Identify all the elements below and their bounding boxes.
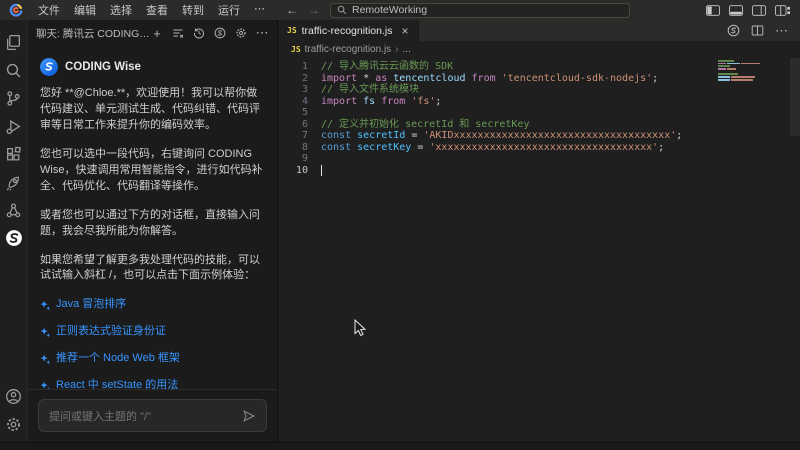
coding-wise-avatar bbox=[40, 58, 58, 76]
nav-back-icon[interactable]: ← bbox=[286, 3, 298, 17]
code-line: 8const secretKey = 'xxxxxxxxxxxxxxxxxxxx… bbox=[278, 142, 800, 154]
breadcrumb-symbol[interactable]: ... bbox=[403, 44, 411, 55]
split-editor-icon[interactable] bbox=[751, 24, 764, 37]
toggle-panel-icon[interactable] bbox=[729, 5, 743, 16]
menu-edit[interactable]: 编辑 bbox=[67, 2, 103, 18]
editor-scrollbar[interactable] bbox=[790, 58, 800, 136]
history-icon[interactable] bbox=[192, 26, 206, 40]
example-link-react-setstate[interactable]: React 中 setState 的用法 bbox=[40, 378, 265, 389]
toggle-secondary-sidebar-icon[interactable] bbox=[752, 5, 766, 16]
menu-selection[interactable]: 选择 bbox=[103, 2, 139, 18]
breadcrumb: JS traffic-recognition.js › ... bbox=[278, 41, 800, 58]
toggle-sidebar-icon[interactable] bbox=[706, 5, 720, 16]
rocket-icon[interactable] bbox=[0, 168, 28, 196]
minimap[interactable] bbox=[718, 60, 760, 82]
code-line: 9 bbox=[278, 153, 800, 165]
example-label: React 中 setState 的用法 bbox=[56, 378, 178, 389]
chat-settings-gear-icon[interactable] bbox=[234, 26, 248, 40]
menu-file[interactable]: 文件 bbox=[31, 2, 67, 18]
explorer-icon[interactable] bbox=[0, 28, 28, 56]
example-label: 推荐一个 Node Web 框架 bbox=[56, 351, 180, 367]
sparkle-icon bbox=[40, 300, 51, 311]
menu-go[interactable]: 转到 bbox=[175, 2, 211, 18]
clear-list-icon[interactable] bbox=[171, 26, 185, 40]
example-link-node-web-framework[interactable]: 推荐一个 Node Web 框架 bbox=[40, 351, 265, 367]
tab-bar: JS traffic-recognition.js × ⋯ bbox=[278, 20, 800, 41]
customize-layout-icon[interactable] bbox=[775, 5, 790, 16]
settings-gear-icon[interactable] bbox=[0, 410, 28, 438]
sparkle-icon bbox=[40, 327, 51, 338]
title-bar: 文件 编辑 选择 查看 转到 运行 ⋯ ← → RemoteWorking bbox=[0, 0, 800, 20]
code-editor[interactable]: 1// 导入腾讯云云函数的 SDK2import * as tencentclo… bbox=[278, 58, 800, 442]
chat-paragraph: 如果您希望了解更多我处理代码的技能，可以试试输入斜杠 /，也可以点击下面示例体验… bbox=[40, 253, 265, 285]
tab-traffic-recognition[interactable]: JS traffic-recognition.js × bbox=[278, 20, 419, 41]
chat-message-area: CODING Wise 您好 **@Chloe.**，欢迎使用！我可以帮你做代码… bbox=[28, 46, 277, 389]
menu-view[interactable]: 查看 bbox=[139, 2, 175, 18]
tab-label: traffic-recognition.js bbox=[302, 25, 393, 37]
chat-more-icon[interactable]: ⋯ bbox=[255, 26, 269, 40]
chat-paragraph: 您也可以选中一段代码，右键询问 CODING Wise，快速调用常用智能指令，进… bbox=[40, 147, 265, 195]
search-icon[interactable] bbox=[0, 56, 28, 84]
sparkle-icon bbox=[40, 381, 51, 389]
activity-bar bbox=[0, 20, 28, 442]
chat-input[interactable]: 提问或键入主题的 "/" bbox=[38, 399, 267, 432]
app-logo-icon bbox=[9, 3, 23, 17]
status-bar bbox=[0, 442, 800, 450]
source-control-icon[interactable] bbox=[0, 84, 28, 112]
breadcrumb-file[interactable]: traffic-recognition.js bbox=[305, 44, 392, 55]
sparkle-icon bbox=[40, 354, 51, 365]
example-link-regex-id-card[interactable]: 正则表达式验证身份证 bbox=[40, 324, 265, 340]
share-network-icon[interactable] bbox=[0, 196, 28, 224]
new-chat-icon[interactable]: + bbox=[150, 26, 164, 40]
chat-paragraph: 您好 **@Chloe.**，欢迎使用！我可以帮你做代码建议、单元测试生成、代码… bbox=[40, 86, 265, 134]
editor-coding-wise-icon[interactable] bbox=[727, 24, 740, 37]
editor-more-icon[interactable]: ⋯ bbox=[775, 23, 788, 39]
account-icon[interactable] bbox=[0, 382, 28, 410]
code-line: 10 bbox=[278, 165, 800, 177]
javascript-file-icon: JS bbox=[291, 45, 301, 54]
run-debug-icon[interactable] bbox=[0, 112, 28, 140]
chat-paragraph: 或者您也可以通过下方的对话框，直接输入问题，我会尽我所能为你解答。 bbox=[40, 208, 265, 240]
text-caret bbox=[321, 165, 322, 176]
send-icon[interactable] bbox=[242, 409, 256, 423]
chat-panel: 聊天: 腾讯云 CODING WISE + ⋯ bbox=[28, 20, 278, 442]
code-line: 4import fs from 'fs'; bbox=[278, 96, 800, 108]
example-link-java-bubble-sort[interactable]: Java 冒泡排序 bbox=[40, 297, 265, 313]
example-label: Java 冒泡排序 bbox=[56, 297, 126, 313]
example-label: 正则表达式验证身份证 bbox=[56, 324, 166, 340]
coding-wise-icon[interactable] bbox=[0, 224, 28, 252]
search-value: RemoteWorking bbox=[352, 4, 427, 16]
coding-wise-mini-icon[interactable] bbox=[213, 26, 227, 40]
menu-bar: 文件 编辑 选择 查看 转到 运行 ⋯ bbox=[31, 2, 272, 18]
code-line: 5 bbox=[278, 107, 800, 119]
chat-panel-header: 聊天: 腾讯云 CODING WISE + ⋯ bbox=[28, 20, 277, 46]
menu-more[interactable]: ⋯ bbox=[247, 2, 272, 18]
menu-run[interactable]: 运行 bbox=[211, 2, 247, 18]
breadcrumb-separator: › bbox=[395, 44, 398, 55]
chat-input-area: 提问或键入主题的 "/" bbox=[28, 389, 277, 442]
code-line: 3// 导入文件系统模块 bbox=[278, 84, 800, 96]
chat-panel-title: 聊天: 腾讯云 CODING WISE bbox=[36, 26, 150, 41]
search-icon bbox=[337, 5, 347, 15]
chat-input-placeholder: 提问或键入主题的 "/" bbox=[49, 408, 234, 424]
javascript-file-icon: JS bbox=[287, 26, 297, 35]
extensions-icon[interactable] bbox=[0, 140, 28, 168]
bot-name: CODING Wise bbox=[65, 59, 141, 76]
tab-close-icon[interactable]: × bbox=[402, 24, 409, 38]
editor-group: JS traffic-recognition.js × ⋯ JS traffic… bbox=[278, 20, 800, 442]
command-search-box[interactable]: RemoteWorking bbox=[330, 3, 630, 18]
code-line: 7const secretId = 'AKIDxxxxxxxxxxxxxxxxx… bbox=[278, 130, 800, 142]
nav-forward-icon[interactable]: → bbox=[308, 3, 320, 17]
code-line: 6// 定义并初始化 secretId 和 secretKey bbox=[278, 119, 800, 131]
